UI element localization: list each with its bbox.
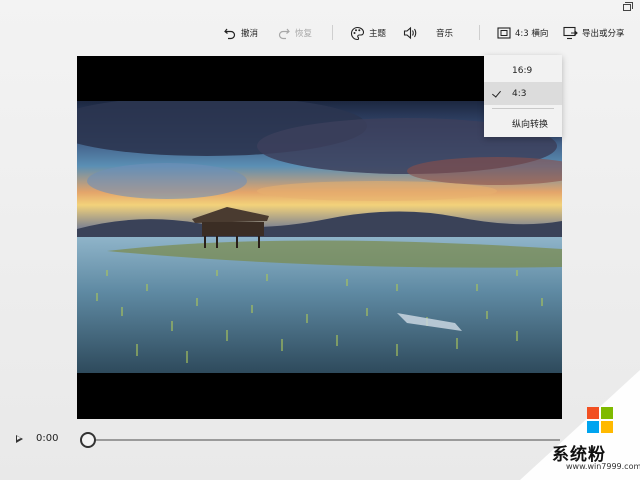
seek-thumb[interactable] <box>80 432 96 448</box>
theme-button[interactable]: 主题 <box>350 22 386 44</box>
playback-time: 0:00 <box>36 433 59 444</box>
speaker-icon <box>403 26 417 40</box>
redo-button[interactable]: 恢复 <box>277 22 312 44</box>
windows-logo <box>587 407 614 434</box>
undo-label: 撤消 <box>241 29 259 39</box>
theme-label: 主题 <box>369 29 387 39</box>
menu-item-label: 16:9 <box>512 65 533 76</box>
export-share-button[interactable]: 导出或分享 <box>563 22 625 44</box>
palette-icon <box>350 26 365 40</box>
editor-toolbar: 撤消 恢复 主题 音乐 4:3 横向 导出或分享 <box>0 22 640 44</box>
menu-item-4-3[interactable]: 4:3 <box>484 82 562 105</box>
redo-icon <box>278 28 290 40</box>
undo-icon <box>224 28 236 40</box>
toolbar-divider <box>332 25 333 40</box>
menu-item-16-9[interactable]: 16:9 <box>484 59 562 82</box>
aspect-ratio-icon <box>497 27 511 39</box>
redo-label: 恢复 <box>295 29 313 39</box>
music-label: 音乐 <box>436 29 454 39</box>
logo-yellow-tile <box>601 421 613 433</box>
audio-button[interactable] <box>403 22 419 44</box>
menu-divider <box>492 108 554 109</box>
undo-button[interactable]: 撤消 <box>223 22 258 44</box>
music-button[interactable]: 音乐 <box>436 22 453 44</box>
toolbar-divider <box>479 25 480 40</box>
restore-window-button[interactable] <box>614 0 640 14</box>
checkmark-icon <box>492 88 501 98</box>
aspect-ratio-label: 4:3 横向 <box>515 29 549 39</box>
restore-icon <box>623 1 633 11</box>
logo-red-tile <box>587 407 599 419</box>
menu-item-label: 纵向转换 <box>512 120 549 130</box>
export-share-label: 导出或分享 <box>582 29 625 39</box>
logo-blue-tile <box>587 421 599 433</box>
preview-image <box>77 101 562 373</box>
seek-bar[interactable] <box>88 439 560 441</box>
logo-green-tile <box>601 407 613 419</box>
watermark-url: www.win7999.com <box>566 462 640 471</box>
aspect-ratio-menu: 16:9 4:3 纵向转换 <box>484 55 562 137</box>
menu-item-portrait[interactable]: 纵向转换 <box>484 112 562 135</box>
export-share-icon <box>563 26 578 40</box>
menu-item-label: 4:3 <box>512 88 527 99</box>
aspect-ratio-button[interactable]: 4:3 横向 <box>497 22 548 44</box>
play-button[interactable] <box>16 435 23 443</box>
